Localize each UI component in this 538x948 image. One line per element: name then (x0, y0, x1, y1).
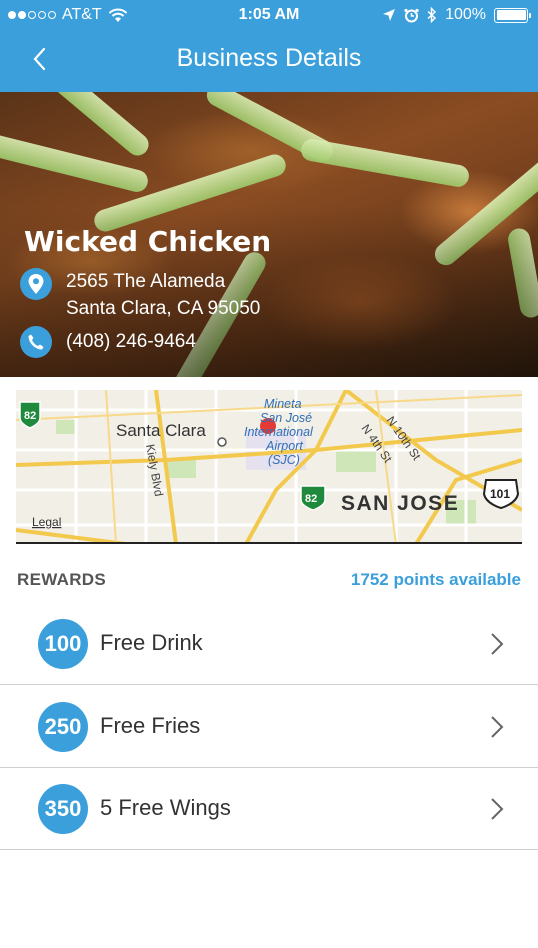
page-title: Business Details (176, 44, 362, 72)
points-available: 1752 points available (350, 570, 521, 589)
location-map[interactable]: Santa Clara SAN JOSE Mineta San José Int… (16, 390, 522, 544)
map-pin-icon (20, 268, 52, 300)
business-phone: (408) 246-9464 (66, 331, 196, 352)
reward-name: 5 Free Wings (100, 795, 231, 820)
map-label-airport-5: (SJC) (268, 453, 300, 467)
battery-icon (494, 7, 531, 23)
map-label-airport-4: Airport (265, 439, 303, 453)
phone-row[interactable]: (408) 246-9464 (20, 326, 196, 358)
chevron-right-icon (491, 716, 504, 738)
map-legal-link[interactable]: Legal (32, 515, 61, 529)
map-label-airport-2: San José (260, 411, 312, 425)
reward-points-badge: 250 (38, 702, 88, 752)
bluetooth-icon (427, 7, 437, 23)
reward-points-badge: 350 (38, 784, 88, 834)
rewards-label: REWARDS (17, 570, 106, 589)
address-line-2: Santa Clara, CA 95050 (66, 298, 261, 319)
reward-name: Free Fries (100, 713, 201, 738)
map-graphic: Santa Clara SAN JOSE Mineta San José Int… (16, 390, 522, 542)
chevron-right-icon (491, 798, 504, 820)
reward-row[interactable]: 250 Free Fries (0, 685, 538, 768)
map-hwy-101: 101 (490, 487, 510, 501)
reward-row[interactable]: 350 5 Free Wings (0, 767, 538, 850)
battery-percent: 100% (445, 6, 486, 23)
status-bar: AT&T 1:05 AM 100% (0, 0, 538, 30)
rewards-header: REWARDS 1752 points available (17, 570, 521, 594)
map-hwy-82-b: 82 (305, 493, 317, 505)
status-right: 100% (382, 6, 531, 24)
alarm-icon (404, 8, 419, 22)
reward-name: Free Drink (100, 630, 203, 655)
address-line-1: 2565 The Alameda (66, 271, 226, 292)
map-label-santa-clara: Santa Clara (116, 421, 206, 440)
business-name: Wicked Chicken (24, 225, 272, 258)
location-arrow-icon (383, 9, 396, 21)
business-hero-image: Wicked Chicken 2565 The Alameda Santa Cl… (0, 92, 538, 377)
top-bar: AT&T 1:05 AM 100% Business Details (0, 0, 538, 92)
business-address: 2565 The Alameda Santa Clara, CA 95050 (66, 268, 260, 322)
map-label-airport-3: International (244, 425, 314, 439)
map-label-san-jose: SAN JOSE (341, 492, 459, 515)
address-row[interactable]: 2565 The Alameda Santa Clara, CA 95050 (20, 268, 260, 322)
phone-icon (20, 326, 52, 358)
chevron-right-icon (491, 633, 504, 655)
reward-row[interactable]: 100 Free Drink (0, 602, 538, 685)
map-label-airport-1: Mineta (264, 397, 302, 411)
reward-points-badge: 100 (38, 619, 88, 669)
map-hwy-82-a: 82 (24, 410, 36, 422)
